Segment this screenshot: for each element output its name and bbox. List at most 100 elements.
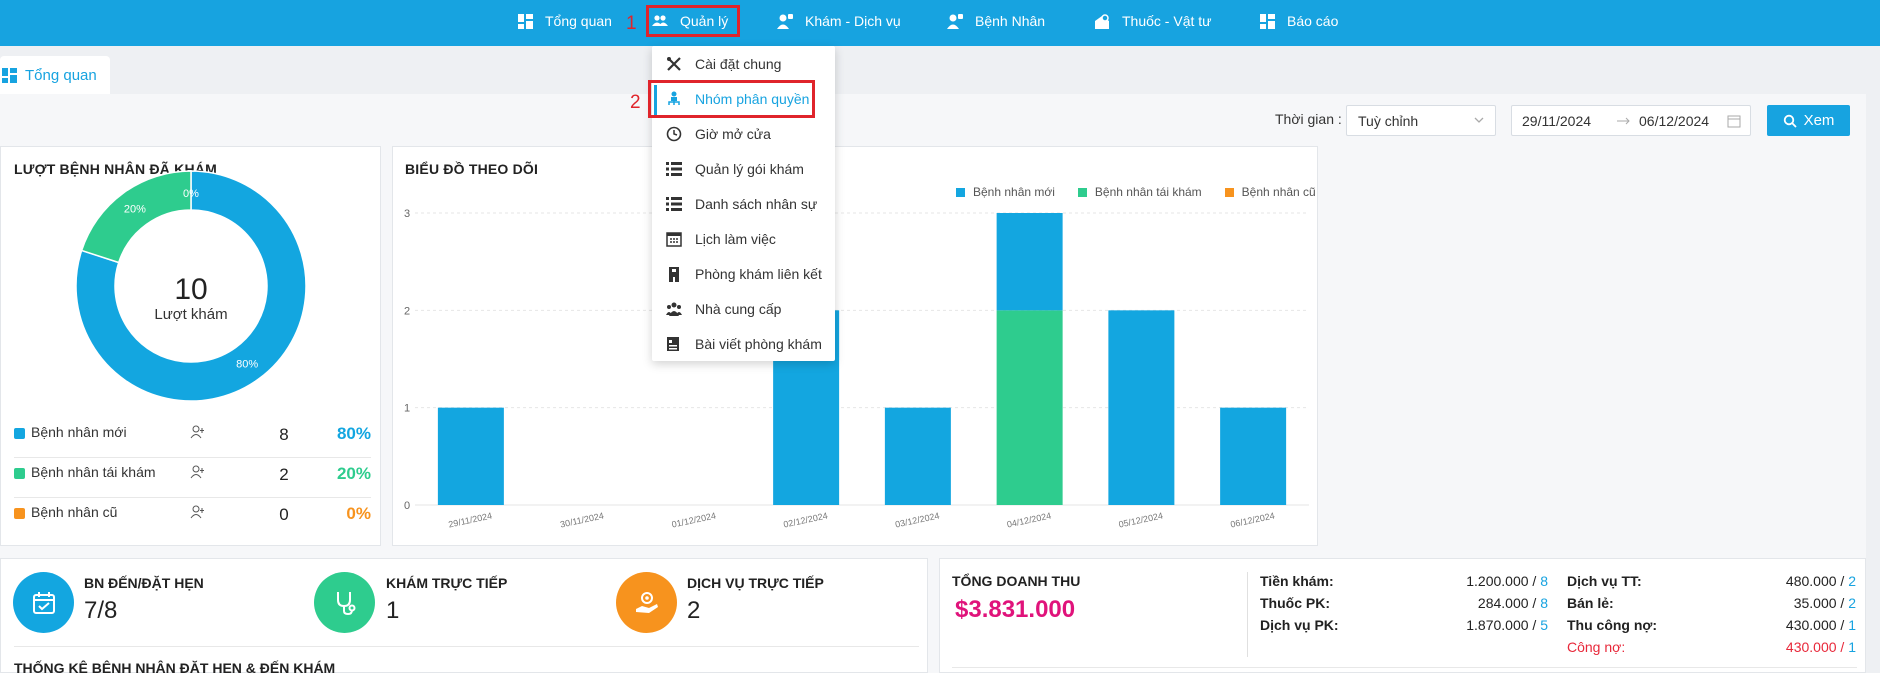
legend-percent: 20%	[336, 464, 371, 483]
users-icon	[190, 465, 204, 479]
revenue-row-value: 480.000 / 2	[1785, 573, 1856, 589]
stat-value: 7/8	[84, 597, 118, 624]
nav-item-patients[interactable]: Bệnh Nhân	[947, 0, 1045, 42]
menu-item-label: Giờ mở cửa	[695, 125, 771, 142]
x-tick-label: 04/12/2024	[1006, 510, 1052, 529]
bar-segment	[1108, 310, 1175, 505]
bar-segment	[884, 407, 951, 505]
amount: 1.870.000	[1466, 617, 1529, 633]
x-tick-label: 06/12/2024	[1229, 510, 1275, 529]
document-icon	[667, 336, 679, 351]
view-button[interactable]: Xem	[1767, 105, 1850, 136]
users-icon	[190, 425, 204, 439]
menu-item-work-schedule[interactable]: Lịch làm việc	[652, 221, 835, 256]
nav-item-label: Khám - Dịch vụ	[805, 13, 901, 29]
y-tick-label: 3	[404, 208, 410, 220]
calendar-icon	[666, 231, 682, 247]
nav-item-overview[interactable]: Tổng quan	[518, 0, 612, 42]
time-range-select[interactable]: Tuỳ chỉnh	[1346, 105, 1496, 136]
top-nav: Tổng quan Quản lý Khám - Dịch vụ Bệnh Nh…	[0, 0, 1880, 46]
stat-label: KHÁM TRỰC TIẾP	[386, 575, 508, 591]
service-circle	[616, 572, 677, 633]
user-doctor-icon	[777, 13, 793, 29]
revenue-row-value: 35.000 / 2	[1793, 595, 1856, 611]
chevron-down-icon	[1474, 117, 1484, 123]
time-filter-label: Thời gian :	[1275, 111, 1342, 127]
date-to[interactable]: 06/12/2024	[1639, 113, 1709, 129]
tab-overview[interactable]: Tổng quan	[0, 56, 110, 94]
appointment-circle	[13, 572, 74, 633]
amount: 430.000	[1785, 617, 1837, 633]
menu-item-exam-packages[interactable]: Quản lý gói khám	[652, 151, 835, 186]
divider	[1247, 572, 1248, 657]
legend-row-new: Bệnh nhân mới 8 80%	[14, 417, 371, 457]
step-number-2: 2	[630, 92, 641, 113]
legend-dot	[14, 508, 25, 519]
stat-value: 1	[386, 597, 400, 624]
legend-percent: 0%	[346, 504, 371, 523]
menu-item-suppliers[interactable]: Nhà cung cấp	[652, 291, 835, 326]
exam-circle	[314, 572, 375, 633]
y-tick-label: 0	[404, 500, 410, 512]
view-button-label: Xem	[1803, 112, 1835, 129]
bar-segment	[1220, 407, 1287, 505]
legend-dot	[14, 428, 25, 439]
revenue-row-label: Tiền khám:	[1260, 573, 1334, 589]
revenue-row-label: Thu công nợ:	[1567, 617, 1658, 633]
list-icon	[666, 196, 682, 211]
count: 8	[1540, 595, 1548, 611]
arrow-right-icon	[1617, 117, 1630, 125]
menu-item-staff-list[interactable]: Danh sách nhân sự	[652, 186, 835, 221]
menu-item-opening-hours[interactable]: Giờ mở cửa	[652, 116, 835, 151]
menu-item-linked-clinics[interactable]: Phòng khám liên kết	[652, 256, 835, 291]
user-patient-icon	[947, 13, 963, 29]
amount: 480.000	[1785, 573, 1837, 589]
x-tick-label: 29/11/2024	[448, 511, 493, 530]
y-tick-label: 1	[404, 403, 410, 415]
menu-item-label: Lịch làm việc	[695, 230, 776, 247]
legend-row-old: Bệnh nhân cũ 0 0%	[14, 497, 371, 537]
calendar-icon	[1727, 115, 1741, 128]
dashboard-icon	[518, 13, 533, 29]
tools-icon	[667, 56, 681, 71]
clock-icon	[666, 126, 682, 141]
building-icon	[669, 266, 679, 282]
legend-row-returning: Bệnh nhân tái khám 2 20%	[14, 457, 371, 497]
nav-item-medicine[interactable]: Thuốc - Vật tư	[1094, 0, 1212, 42]
amount: 35.000	[1793, 595, 1837, 611]
revenue-row-label: Bán lẻ:	[1567, 595, 1614, 611]
amount: 1.200.000	[1466, 573, 1529, 589]
revenue-row-value: 1.870.000 / 5	[1466, 617, 1548, 633]
revenue-title: TỔNG DOANH THU	[952, 573, 1081, 589]
count: 1	[1848, 617, 1856, 633]
stat-label: DỊCH VỤ TRỰC TIẾP	[687, 575, 824, 591]
legend-count: 2	[279, 465, 289, 484]
legend-name: Bệnh nhân mới	[31, 424, 127, 440]
menu-item-clinic-posts[interactable]: Bài viết phòng khám	[652, 326, 835, 361]
nav-item-reports[interactable]: Báo cáo	[1260, 0, 1338, 42]
bar-segment	[996, 310, 1063, 505]
highlight-box	[646, 5, 740, 37]
date-range-picker[interactable]: 29/11/2024 06/12/2024	[1511, 105, 1751, 136]
legend-name: Bệnh nhân cũ	[31, 504, 118, 520]
users-icon	[190, 505, 204, 519]
revenue-row-value: 430.000 / 1	[1785, 617, 1856, 633]
x-tick-label: 03/12/2024	[894, 510, 940, 529]
nav-item-exam-service[interactable]: Khám - Dịch vụ	[777, 0, 901, 42]
amount: 430.000	[1785, 639, 1837, 655]
calendar-check-icon	[32, 591, 55, 614]
slice-label: 80%	[236, 358, 258, 370]
date-from[interactable]: 29/11/2024	[1522, 113, 1591, 129]
nav-item-label: Báo cáo	[1287, 13, 1339, 29]
pill-icon	[1095, 13, 1109, 29]
x-tick-label: 02/12/2024	[782, 510, 828, 529]
patients-card: LƯỢT BỆNH NHÂN ĐÃ KHÁM 80% 20% 0% 10 Lượt …	[0, 146, 381, 546]
revenue-row-label: Công nợ:	[1567, 639, 1626, 655]
nav-item-label: Bệnh Nhân	[975, 13, 1046, 29]
revenue-row-value: 284.000 / 8	[1477, 595, 1548, 611]
hand-service-icon	[635, 591, 658, 613]
menu-item-general-settings[interactable]: Cài đặt chung	[652, 46, 835, 81]
menu-item-label: Bài viết phòng khám	[695, 335, 822, 352]
revenue-row-label: Thuốc PK:	[1260, 595, 1330, 611]
legend-count: 8	[279, 425, 289, 444]
